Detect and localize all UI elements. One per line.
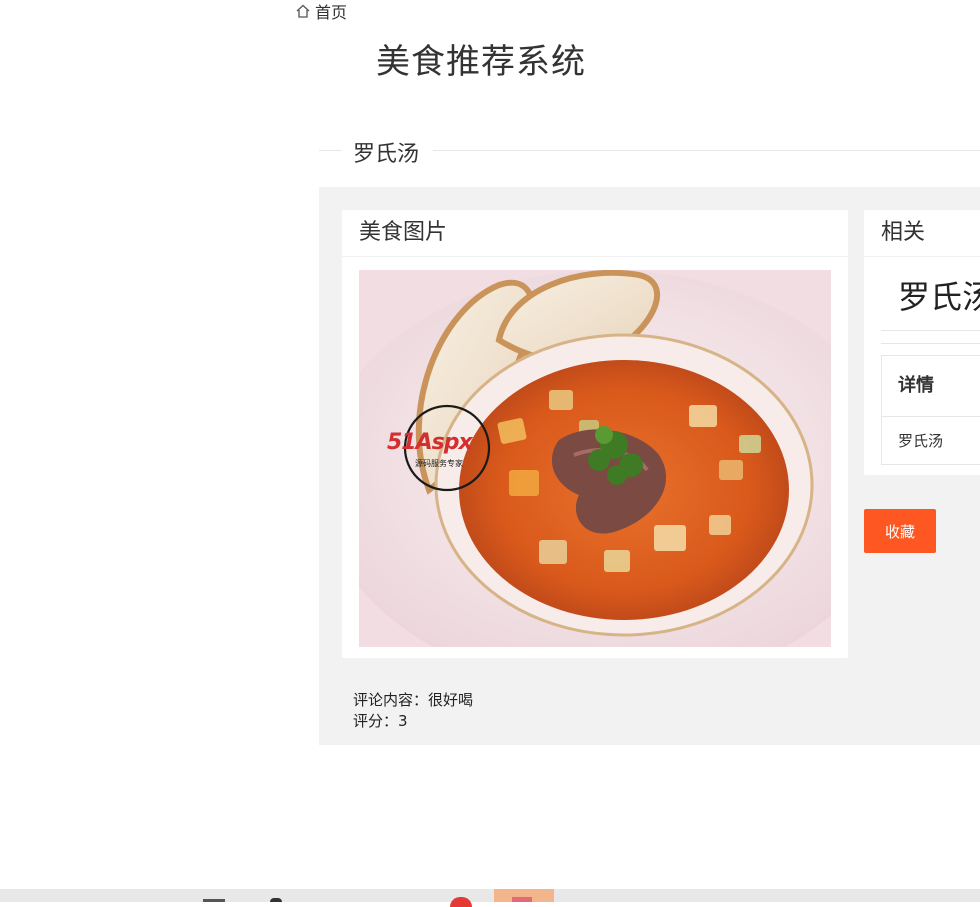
taskbar-search-icon[interactable] [270,898,282,902]
comment-content-label: 评论内容： [353,691,429,709]
food-image-card: 美食图片 51Aspx 源码服务专家 [342,210,848,658]
comment-score-row: 评分：3 [353,711,473,732]
section-divider-right [433,150,980,151]
detail-table: 详情 罗氏汤 [881,355,980,465]
breadcrumb-home-label[interactable]: 首页 [315,0,347,23]
comment-content-row: 评论内容：很好喝 [353,690,473,711]
section-divider-left [319,150,342,151]
divider [881,330,980,331]
comment-content: 很好喝 [428,691,474,709]
related-food-name: 罗氏汤 [898,278,980,316]
detail-table-header: 详情 [882,356,980,417]
home-icon [295,3,311,19]
taskbar-browser-icon[interactable] [450,897,472,907]
breadcrumb-home[interactable]: 首页 [295,0,347,22]
detail-table-cell: 罗氏汤 [898,432,944,450]
food-image: 51Aspx 源码服务专家 [359,270,831,647]
divider [881,343,980,344]
comment-item: 评论内容：很好喝 评分：3 [353,690,473,732]
watermark-brand: 51Aspx [387,430,473,455]
section-title: 罗氏汤 [353,142,420,167]
watermark-tagline: 源码服务专家 [415,459,463,468]
comment-score-label: 评分： [353,712,399,730]
food-image-card-title: 美食图片 [342,210,848,257]
related-card-title: 相关 [864,210,980,257]
taskbar [0,889,980,907]
taskbar-app-icon[interactable] [512,897,532,902]
favorite-button[interactable]: 收藏 [864,509,936,553]
related-card: 相关 罗氏汤 详情 罗氏汤 [864,210,980,475]
comment-score: 3 [398,712,408,730]
site-title: 美食推荐系统 [376,42,586,82]
watermark-logo: 51Aspx 源码服务专家 [387,402,497,494]
